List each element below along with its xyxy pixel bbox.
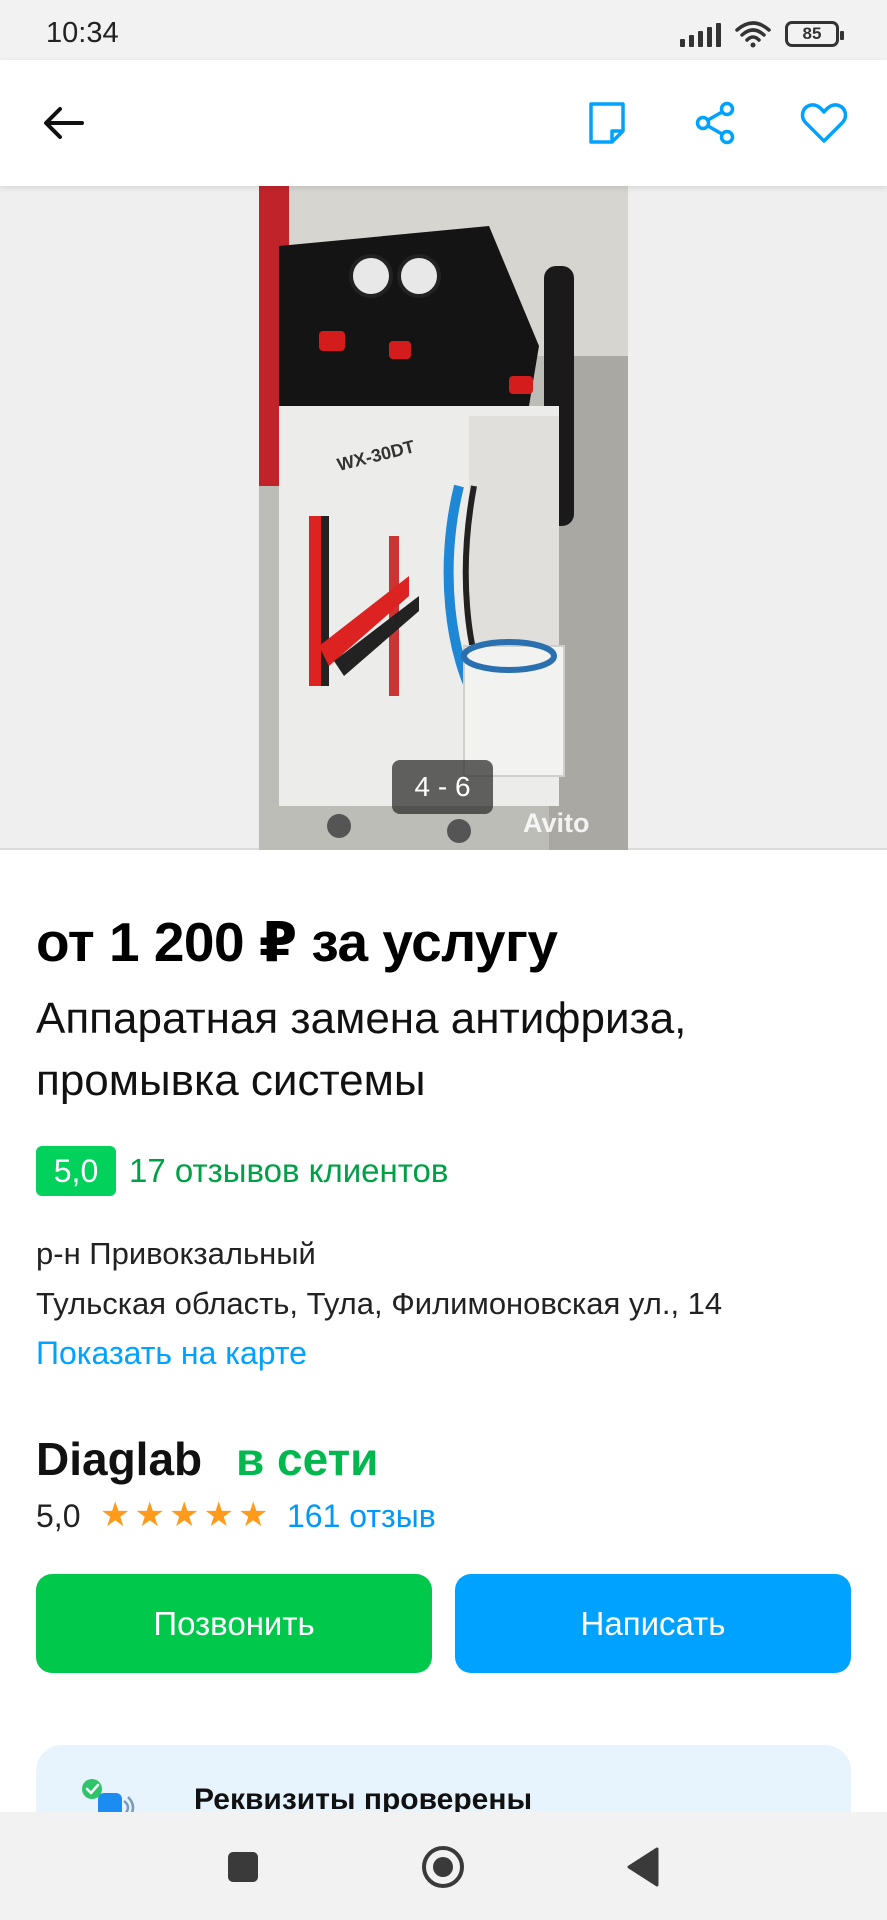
rating-badge: 5,0 bbox=[36, 1146, 116, 1196]
back-arrow-icon[interactable] bbox=[37, 97, 89, 149]
heart-icon[interactable] bbox=[798, 97, 850, 149]
photo-counter: 4 - 6 bbox=[392, 760, 493, 814]
seller-name[interactable]: Diaglab bbox=[36, 1432, 202, 1486]
seller-online-status: в сети bbox=[236, 1433, 379, 1485]
battery-icon: 85 bbox=[785, 21, 844, 47]
reviews-link[interactable]: 17 отзывов клиентов bbox=[129, 1152, 448, 1190]
system-nav-bar bbox=[0, 1812, 887, 1920]
district: р-н Привокзальный bbox=[36, 1236, 316, 1271]
status-icons: 85 bbox=[680, 20, 844, 48]
star-icon: ★ bbox=[237, 1496, 269, 1534]
seller-rating: 5,0 bbox=[36, 1498, 81, 1534]
status-bar: 10:34 85 bbox=[0, 0, 887, 60]
star-icon: ★ bbox=[203, 1496, 234, 1534]
top-app-bar bbox=[0, 60, 887, 186]
call-button[interactable]: Позвонить bbox=[36, 1574, 432, 1673]
write-button[interactable]: Написать bbox=[455, 1574, 851, 1673]
price: от 1 200 ₽ за услугу bbox=[36, 911, 558, 973]
listing-title: Аппаратная замена антифриза, промывка си… bbox=[36, 994, 687, 1105]
star-icon: ★ bbox=[100, 1496, 131, 1534]
star-rating: ★ ★ ★ ★ ★ bbox=[100, 1496, 268, 1534]
seller-reviews-link[interactable]: 161 отзыв bbox=[287, 1498, 436, 1535]
status-time: 10:34 bbox=[46, 17, 119, 49]
note-icon[interactable] bbox=[581, 97, 633, 149]
signal-icon bbox=[680, 21, 721, 47]
show-on-map-link[interactable]: Показать на карте bbox=[36, 1335, 307, 1372]
star-icon: ★ bbox=[168, 1496, 200, 1534]
photo-gallery[interactable]: WX-30DT 4 - 6 bbox=[0, 186, 887, 850]
home-icon[interactable] bbox=[418, 1842, 468, 1892]
share-icon[interactable] bbox=[689, 97, 741, 149]
recent-apps-icon[interactable] bbox=[218, 1842, 268, 1892]
star-icon: ★ bbox=[134, 1496, 165, 1534]
antifreeze-machine-image: WX-30DT bbox=[259, 186, 628, 850]
avito-watermark: Avito bbox=[523, 808, 590, 838]
wifi-icon bbox=[735, 21, 771, 48]
battery-level: 85 bbox=[802, 24, 822, 43]
address: Тульская область, Тула, Филимоновская ул… bbox=[36, 1286, 723, 1321]
listing-photo[interactable]: WX-30DT bbox=[259, 186, 628, 850]
back-icon[interactable] bbox=[618, 1842, 668, 1892]
